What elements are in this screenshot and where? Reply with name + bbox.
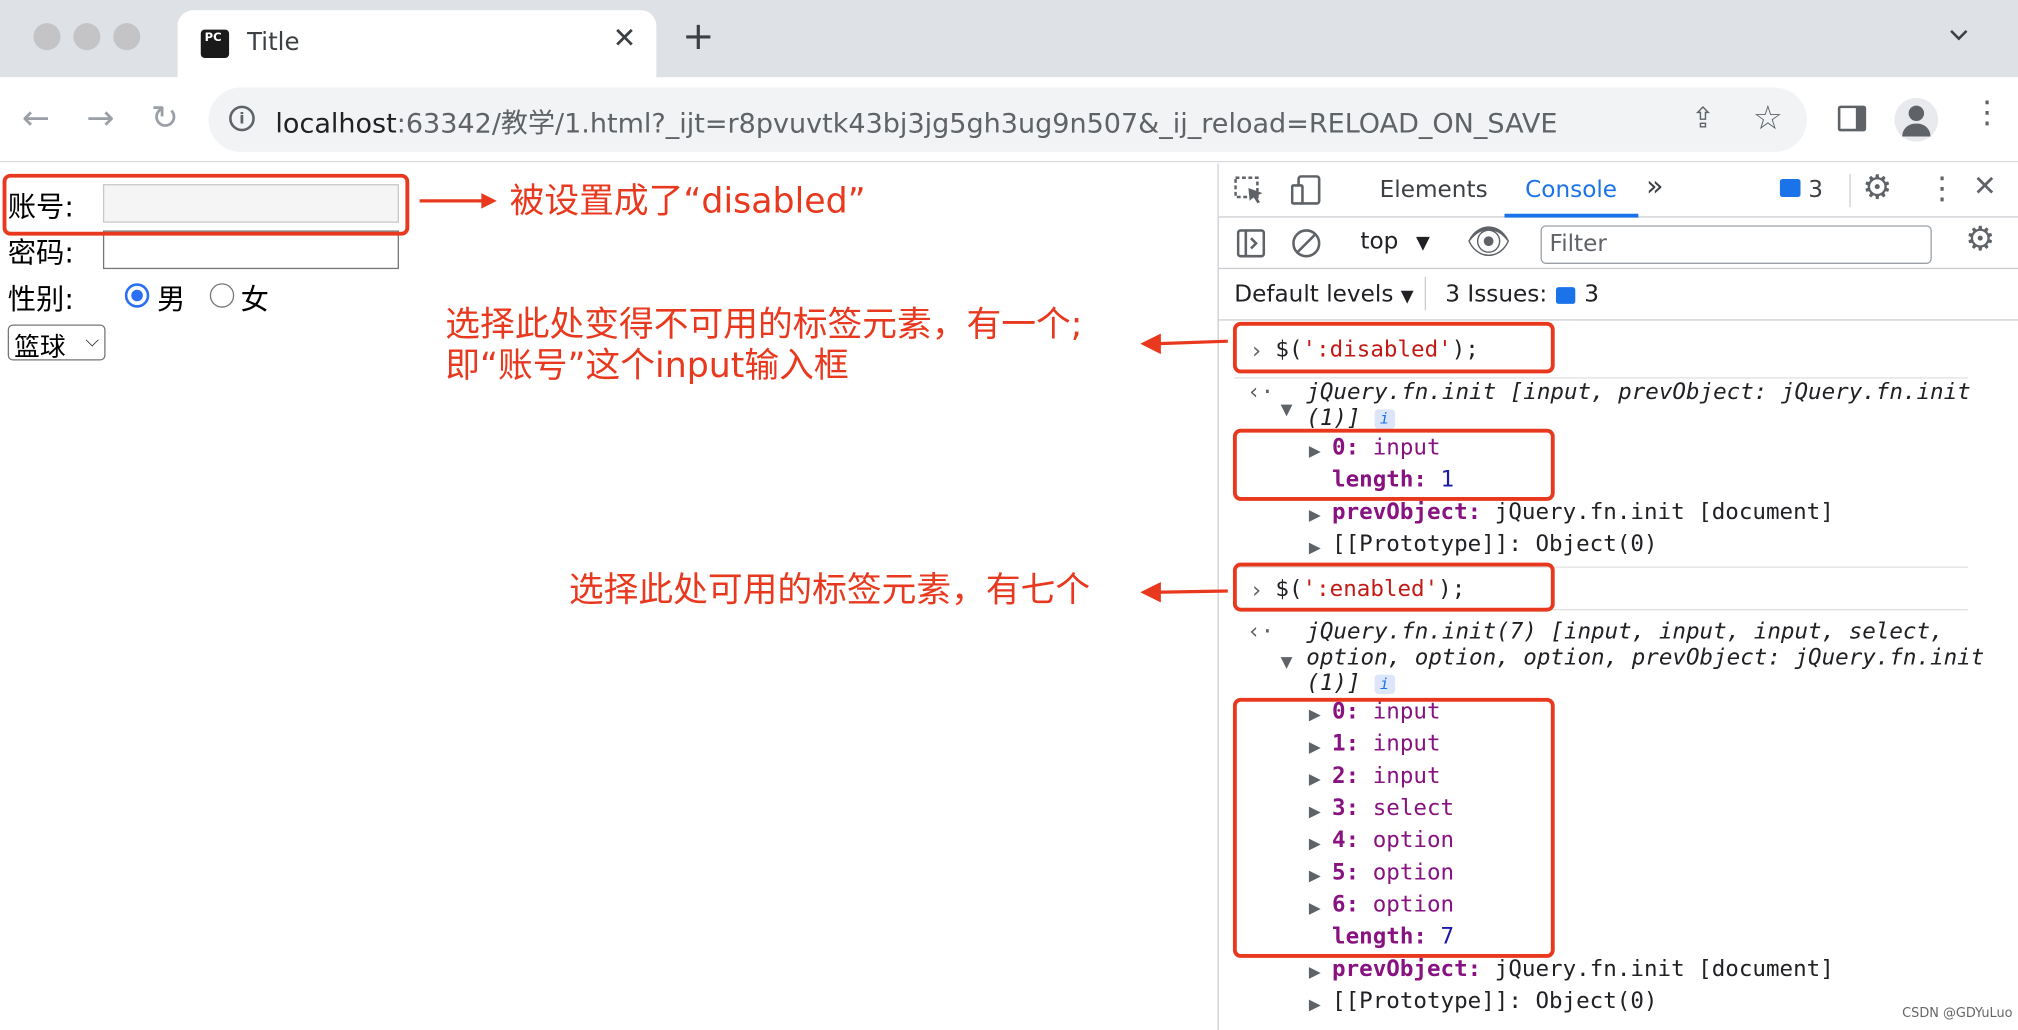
tab-search-chevron-icon[interactable] [1950, 26, 1968, 44]
address-bar[interactable]: i localhost:63342/教学/1.html?_ijt=r8pvuvt… [208, 87, 1807, 152]
password-label: 密码: [7, 238, 74, 271]
browser-menu-icon[interactable]: ⋮ [1972, 97, 2003, 128]
tab-title: Title [247, 28, 300, 57]
devtools-menu-icon[interactable]: ⋮ [1927, 170, 1958, 206]
annotation-box-cmd-enabled [1232, 562, 1555, 612]
result2-prevobject[interactable]: prevObject: jQuery.fn.init [document] [1332, 957, 1834, 983]
expand-prototype-icon[interactable]: ▶ [1309, 538, 1321, 556]
watermark: CSDN @GDYuLuo [1902, 1006, 2013, 1021]
result2-summary-end[interactable]: (1)] i [1306, 671, 1395, 697]
expand-prototype-icon[interactable]: ▶ [1309, 995, 1321, 1013]
back-arrow-icon[interactable]: ← [18, 100, 54, 136]
info-badge-icon: i [1374, 408, 1395, 429]
expand-prevobject-icon[interactable]: ▶ [1309, 506, 1321, 524]
context-value: top [1360, 227, 1399, 255]
browser-tab[interactable]: PC Title ✕ [177, 10, 657, 78]
reload-icon[interactable]: ↻ [147, 100, 183, 136]
female-radio[interactable] [209, 283, 235, 308]
toolbar-divider [1849, 173, 1851, 208]
close-devtools-icon[interactable]: ✕ [1973, 171, 1997, 203]
levels-divider [1424, 276, 1426, 311]
window-close-light[interactable] [33, 23, 61, 51]
levels-bar: Default levels ▼ 3 Issues: 3 [1218, 269, 2018, 321]
result-arrow-icon: ‹· [1247, 619, 1275, 646]
default-levels-dropdown[interactable]: Default levels ▼ [1234, 281, 1413, 308]
window-zoom-light[interactable] [113, 23, 141, 51]
console-filter-input[interactable]: Filter [1540, 225, 1932, 264]
annotation-disabled-desc-1: 选择此处变得不可用的标签元素，有一个; [445, 305, 1083, 346]
issues-label[interactable]: 3 Issues: [1445, 281, 1547, 308]
annotation-box-account [2, 173, 410, 236]
console-toolbar: top ▼ 👁 Filter ⚙ [1218, 218, 2018, 270]
select-chevron-icon: ⌵ [85, 330, 100, 352]
clear-console-icon[interactable] [1291, 228, 1322, 259]
site-info-icon[interactable]: i [229, 105, 255, 132]
male-label: 男 [157, 284, 186, 317]
female-label: 女 [240, 284, 270, 317]
tab-close-icon[interactable]: ✕ [613, 23, 637, 55]
tab-strip: PC Title ✕ + [0, 0, 2018, 78]
window-minimize-light[interactable] [73, 23, 101, 51]
annotation-arrow-right-icon [419, 193, 497, 209]
share-icon[interactable]: ⇪ [1691, 103, 1715, 135]
sidebar-toggle-icon[interactable] [1236, 229, 1266, 258]
new-tab-icon[interactable]: + [682, 17, 714, 57]
issues-icon[interactable] [1555, 287, 1576, 304]
context-selector[interactable]: top ▼ [1360, 228, 1430, 255]
tab-elements[interactable]: Elements [1380, 176, 1488, 203]
annotation-disabled-desc-2: 即“账号”这个input输入框 [445, 346, 849, 387]
expand-triangle-icon[interactable]: ▼ [1281, 400, 1293, 418]
info-badge-icon: i [1374, 674, 1395, 694]
gender-label: 性别: [7, 284, 74, 317]
annotation-enabled-desc: 选择此处可用的标签元素，有七个 [568, 570, 1091, 611]
messages-count: 3 [1808, 176, 1823, 204]
settings-gear-icon[interactable]: ⚙ [1862, 169, 1892, 208]
profile-avatar-icon[interactable] [1894, 97, 1939, 142]
annotation-disabled-note: 被设置成了“disabled” [509, 181, 866, 222]
more-tabs-icon[interactable]: » [1646, 171, 1663, 203]
context-dropdown-icon: ▼ [1416, 233, 1430, 254]
forward-arrow-icon[interactable]: → [82, 100, 118, 136]
url-text[interactable]: localhost:63342/教学/1.html?_ijt=r8pvuvtk4… [275, 103, 1557, 142]
console-divider [1234, 377, 1968, 379]
device-toolbar-icon[interactable] [1290, 175, 1324, 206]
result-arrow-icon: ‹· [1247, 379, 1275, 406]
result2-prototype[interactable]: [[Prototype]]: Object(0) [1332, 989, 1657, 1015]
result2-summary[interactable]: jQuery.fn.init(7) [input, input, input, … [1306, 619, 1943, 645]
annotation-box-cmd-disabled [1232, 321, 1555, 374]
result2-summary-cont[interactable]: option, option, option, prevObject: jQue… [1306, 645, 1984, 671]
annotation-arrow-left-icon [1140, 581, 1228, 603]
side-panel-icon[interactable] [1837, 105, 1867, 132]
hobby-select[interactable]: 篮球 ⌵ [7, 324, 106, 362]
expand-triangle-icon[interactable]: ▼ [1281, 653, 1293, 671]
select-value: 篮球 [14, 330, 66, 362]
result1-prototype[interactable]: [[Prototype]]: Object(0) [1332, 532, 1657, 558]
annotation-box-result1 [1232, 428, 1555, 501]
default-levels-label: Default levels [1234, 280, 1394, 308]
password-input[interactable] [102, 230, 399, 270]
male-radio[interactable] [124, 283, 150, 308]
console-settings-gear-icon[interactable]: ⚙ [1965, 220, 1995, 259]
annotation-arrow-left-icon [1140, 333, 1228, 355]
inspect-element-icon[interactable] [1234, 176, 1265, 204]
tab-console[interactable]: Console [1525, 176, 1617, 203]
messages-icon[interactable] [1779, 178, 1801, 197]
result1-prevobject[interactable]: prevObject: jQuery.fn.init [document] [1332, 500, 1834, 526]
browser-toolbar: ← → ↻ i localhost:63342/教学/1.html?_ijt=r… [0, 77, 2018, 163]
annotation-box-result2 [1232, 697, 1555, 958]
pycharm-favicon-icon: PC [200, 29, 230, 58]
live-expression-eye-icon[interactable]: 👁 [1466, 220, 1512, 262]
expand-prevobject-icon[interactable]: ▶ [1309, 963, 1321, 981]
issues-count: 3 [1584, 280, 1600, 308]
result1-summary-cont[interactable]: (1)] i [1306, 406, 1395, 431]
result1-summary[interactable]: jQuery.fn.init [input, prevObject: jQuer… [1306, 380, 1970, 406]
devtools-tabbar: Elements Console » 3 ⚙ ⋮ ✕ [1218, 163, 2018, 218]
bookmark-star-icon[interactable]: ☆ [1753, 99, 1783, 138]
levels-dropdown-icon: ▼ [1400, 287, 1414, 307]
